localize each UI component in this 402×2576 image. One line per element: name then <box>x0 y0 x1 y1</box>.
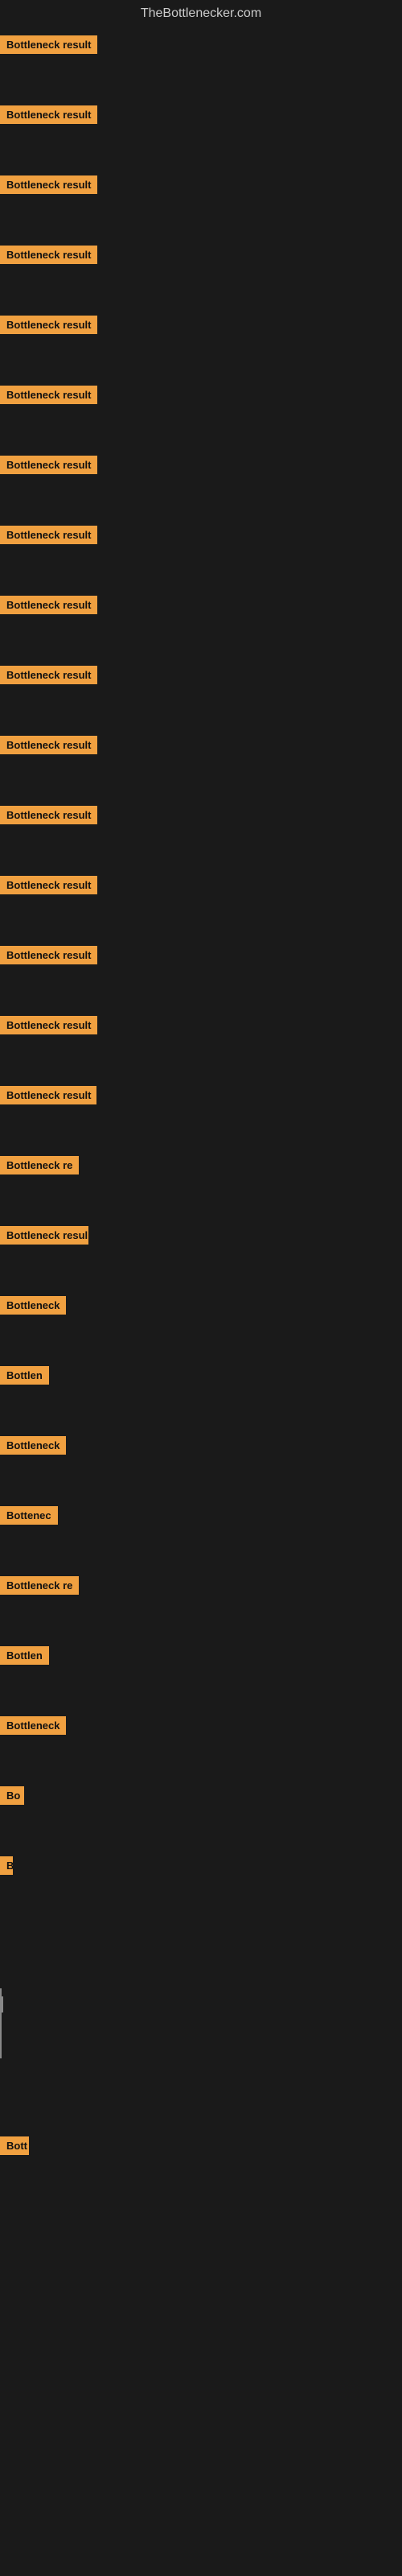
list-item: Bottleneck result <box>0 308 402 378</box>
bottleneck-label: Bott <box>0 2136 29 2155</box>
bottleneck-label: Bottlen <box>0 1646 49 1665</box>
list-item: Bottenec <box>0 1498 402 1568</box>
list-item: Bottleneck result <box>0 448 402 518</box>
bottleneck-label: B <box>0 1856 13 1875</box>
site-title: TheBottlenecker.com <box>141 6 261 20</box>
list-item <box>0 2198 402 2268</box>
list-item: B <box>0 1848 402 1918</box>
list-item: Bottleneck <box>0 1428 402 1498</box>
list-item: Bottleneck result <box>0 728 402 798</box>
list-item: Bottleneck result <box>0 868 402 938</box>
list-item <box>0 2268 402 2339</box>
list-item: Bottleneck result <box>0 237 402 308</box>
bottleneck-label: Bottleneck result <box>0 105 97 124</box>
list-item: Bottleneck resul <box>0 1218 402 1288</box>
bottleneck-label: Bottleneck result <box>0 1086 96 1104</box>
bottleneck-label: Bo <box>0 1786 24 1805</box>
list-item: Bottleneck result <box>0 798 402 868</box>
list-item: Bottleneck result <box>0 588 402 658</box>
list-item: Bottleneck result <box>0 1008 402 1078</box>
bottleneck-label: Bottleneck result <box>0 386 97 404</box>
bottleneck-label: Bottleneck result <box>0 526 97 544</box>
bottleneck-label: Bottleneck result <box>0 806 97 824</box>
list-item: Bottleneck result <box>0 938 402 1008</box>
bottleneck-label: Bottleneck result <box>0 736 97 754</box>
bottleneck-label: Bottleneck result <box>0 666 97 684</box>
bottleneck-label: Bottleneck result <box>0 596 97 614</box>
list-item: Bott <box>0 2128 402 2198</box>
list-item <box>0 1988 402 2058</box>
list-item: Bottleneck <box>0 1708 402 1778</box>
list-item: Bottleneck <box>0 1288 402 1358</box>
list-item: Bottleneck result <box>0 97 402 167</box>
list-item: Bottleneck result <box>0 658 402 728</box>
bottleneck-label: Bottleneck result <box>0 175 97 194</box>
bottleneck-label: Bottleneck resul <box>0 1226 88 1245</box>
list-item: Bottlen <box>0 1638 402 1708</box>
bottleneck-label: Bottleneck result <box>0 316 97 334</box>
list-item: Bottlen <box>0 1358 402 1428</box>
list-item <box>0 2409 402 2479</box>
bottleneck-label: Bottleneck result <box>0 246 97 264</box>
bottleneck-label: Bottleneck result <box>0 876 97 894</box>
list-item: Bottleneck re <box>0 1148 402 1218</box>
list-item: Bottleneck result <box>0 167 402 237</box>
list-item <box>0 2058 402 2128</box>
bottleneck-label: Bottleneck result <box>0 35 97 54</box>
bottleneck-label: Bottleneck re <box>0 1156 79 1174</box>
bottleneck-label: Bottleneck <box>0 1716 66 1735</box>
list-item <box>0 1918 402 1988</box>
bottleneck-label: Bottleneck <box>0 1436 66 1455</box>
list-item: Bottleneck result <box>0 27 402 97</box>
bottleneck-label: Bottleneck re <box>0 1576 79 1595</box>
list-item: Bottleneck result <box>0 378 402 448</box>
bottleneck-label: Bottlen <box>0 1366 49 1385</box>
list-item: Bottleneck re <box>0 1568 402 1638</box>
list-item <box>0 2479 402 2549</box>
list-item: Bo <box>0 1778 402 1848</box>
bottleneck-label: Bottleneck <box>0 1296 66 1315</box>
bottleneck-label: Bottleneck result <box>0 1016 97 1034</box>
bottleneck-label: Bottenec <box>0 1506 58 1525</box>
bottleneck-label: Bottleneck result <box>0 946 97 964</box>
bottleneck-label: Bottleneck result <box>0 456 97 474</box>
site-header: TheBottlenecker.com <box>0 0 402 27</box>
list-item <box>0 2339 402 2409</box>
list-item: Bottleneck result <box>0 1078 402 1148</box>
list-item: Bottleneck result <box>0 518 402 588</box>
